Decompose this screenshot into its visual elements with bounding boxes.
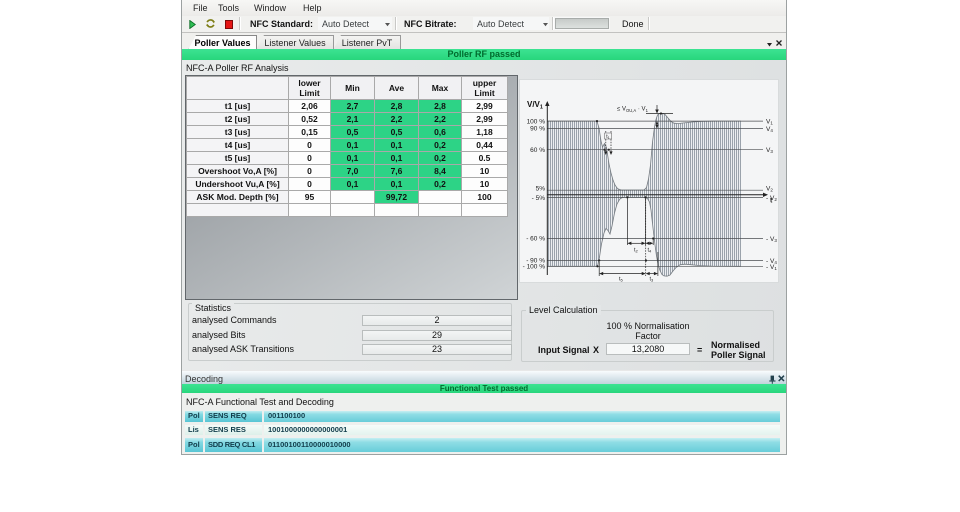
svg-text:60 %: 60 % bbox=[530, 147, 545, 154]
svg-text:- 5%: - 5% bbox=[532, 195, 546, 202]
svg-text:t2: t2 bbox=[634, 248, 639, 254]
svg-text:t5: t5 bbox=[619, 277, 624, 283]
svg-text:100 %: 100 % bbox=[527, 118, 546, 125]
svg-text:V1: V1 bbox=[766, 119, 773, 126]
svg-text:90 %: 90 % bbox=[530, 126, 545, 133]
svg-text:≤ VOU,A · V1: ≤ VOU,A · V1 bbox=[617, 107, 649, 114]
svg-text:- 100 %: - 100 % bbox=[523, 264, 546, 271]
svg-text:t3: t3 bbox=[650, 277, 655, 283]
svg-text:t4: t4 bbox=[648, 248, 653, 254]
svg-text:t1: t1 bbox=[606, 134, 609, 140]
svg-text:5%: 5% bbox=[536, 185, 546, 192]
svg-text:V3: V3 bbox=[766, 147, 773, 154]
svg-text:- V3: - V3 bbox=[766, 236, 777, 243]
svg-text:- V1: - V1 bbox=[766, 264, 777, 271]
svg-text:V4: V4 bbox=[766, 126, 773, 133]
svg-text:- 60 %: - 60 % bbox=[526, 236, 545, 243]
svg-text:V/V1: V/V1 bbox=[527, 100, 543, 111]
svg-text:V2: V2 bbox=[766, 186, 773, 193]
